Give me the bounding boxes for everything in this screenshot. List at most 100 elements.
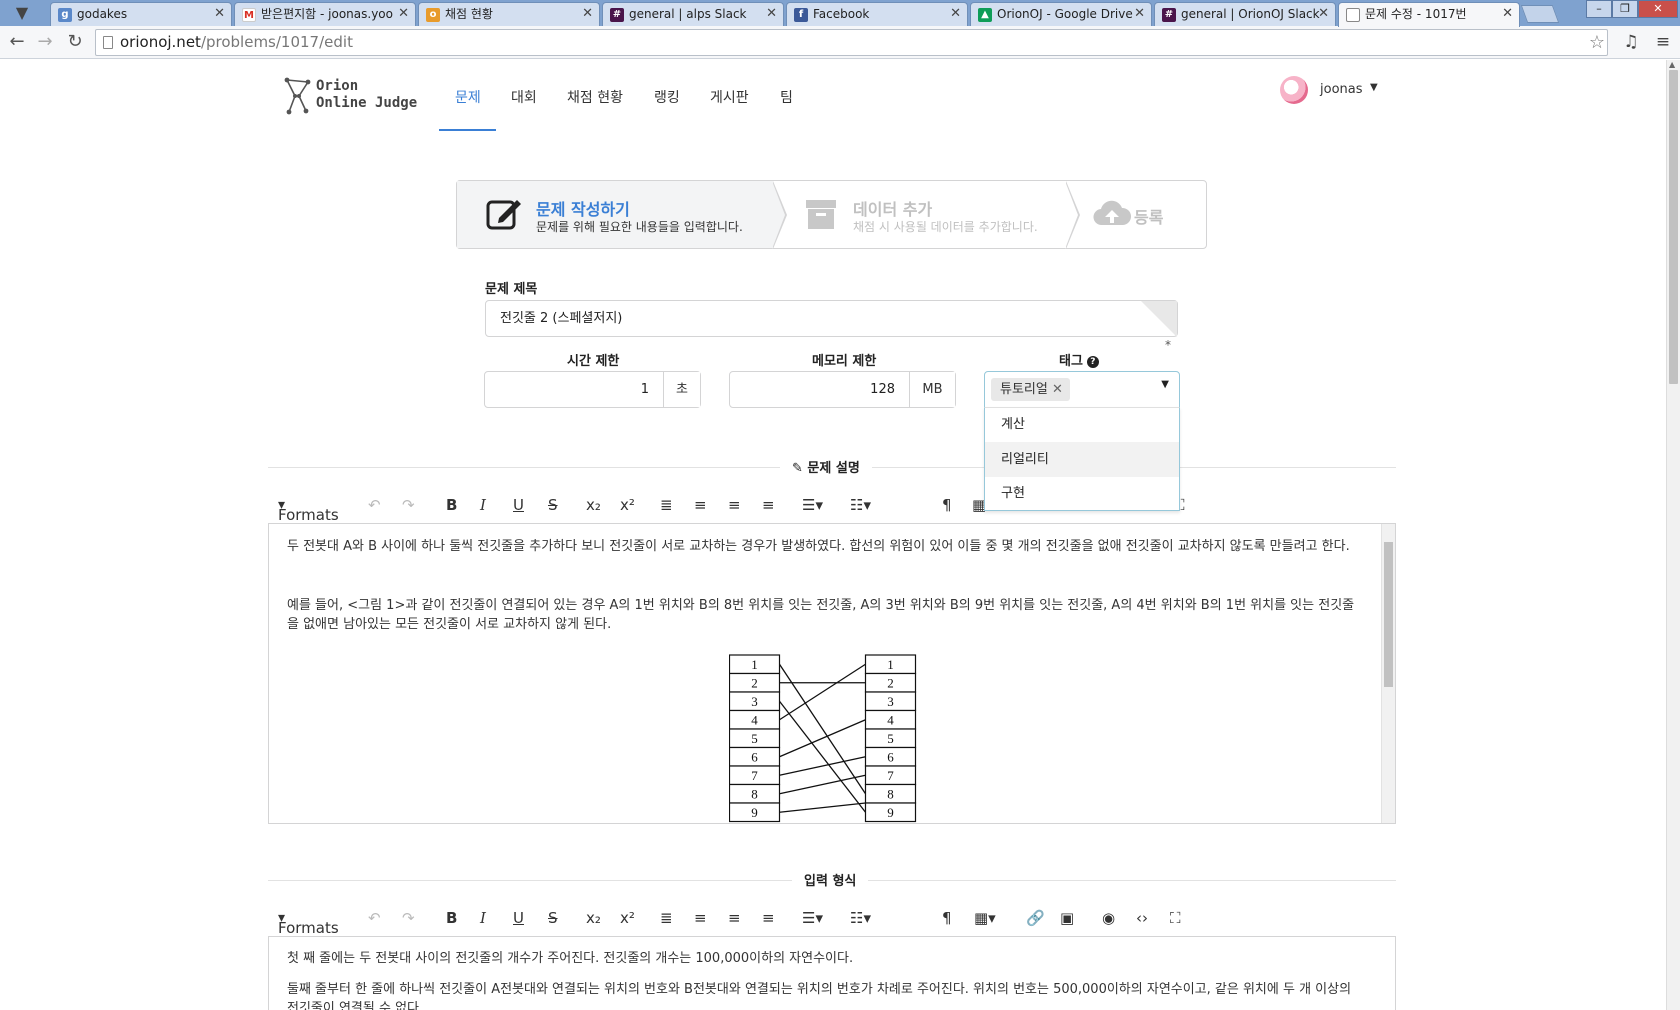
- align-center-icon[interactable]: ≡: [728, 908, 741, 928]
- browser-tab[interactable]: M 받은편지함 - joonas.yoo ✕: [234, 2, 416, 26]
- tag-option[interactable]: 계산: [985, 408, 1179, 442]
- browser-tab[interactable]: # general | alps Slack ✕: [602, 2, 784, 26]
- superscript-icon[interactable]: x²: [620, 495, 635, 515]
- subscript-icon[interactable]: x₂: [586, 908, 601, 928]
- site-logo[interactable]: Orion Online Judge: [282, 76, 432, 116]
- bullet-list-icon[interactable]: ☰▾: [802, 495, 823, 515]
- strikethrough-icon[interactable]: S: [548, 495, 558, 515]
- paragraph-icon[interactable]: ¶: [942, 495, 952, 515]
- align-center-icon[interactable]: ≡: [728, 495, 741, 515]
- tag-label: 태그?: [1059, 350, 1099, 369]
- tag-option[interactable]: 구현: [985, 476, 1179, 510]
- align-right-icon[interactable]: ≡: [762, 908, 775, 928]
- nav-board[interactable]: 게시판: [710, 87, 749, 107]
- minimize-window-button[interactable]: –: [1586, 0, 1612, 18]
- input-format-editor[interactable]: 첫 째 줄에는 두 전봇대 사이의 전깃줄의 개수가 주어진다. 전깃줄의 개수…: [268, 936, 1396, 1010]
- wire-line: [779, 756, 866, 776]
- nav-status[interactable]: 채점 현황: [567, 87, 623, 107]
- numbered-list-icon[interactable]: ☷▾: [850, 495, 871, 515]
- subscript-icon[interactable]: x₂: [586, 495, 601, 515]
- table-icon[interactable]: ▦▾: [974, 908, 996, 928]
- problem-title-input[interactable]: 전깃줄 2 (스페셜저지) *: [485, 300, 1178, 352]
- tab-close-icon[interactable]: ✕: [398, 3, 409, 25]
- italic-icon[interactable]: I: [480, 495, 486, 515]
- tab-close-icon[interactable]: ✕: [1318, 3, 1329, 25]
- remove-tag-icon[interactable]: ✕: [1052, 378, 1063, 401]
- tab-close-icon[interactable]: ✕: [950, 3, 961, 25]
- restore-window-button[interactable]: ❐: [1612, 0, 1638, 18]
- align-justify-icon[interactable]: ≣: [660, 495, 673, 515]
- time-limit-input[interactable]: 1 초: [484, 371, 701, 408]
- forward-icon[interactable]: →: [34, 31, 56, 53]
- redo-icon[interactable]: ↷: [402, 495, 415, 515]
- editor-scrollbar-thumb[interactable]: [1384, 542, 1393, 687]
- superscript-icon[interactable]: x²: [620, 908, 635, 928]
- nav-team[interactable]: 팀: [780, 87, 793, 107]
- reload-icon[interactable]: ↻: [64, 31, 86, 53]
- underline-icon[interactable]: U: [513, 908, 524, 928]
- preview-eye-icon[interactable]: ◉: [1102, 908, 1115, 928]
- scroll-up-icon[interactable]: ▲: [1669, 60, 1675, 69]
- bullet-list-icon[interactable]: ☰▾: [802, 908, 823, 928]
- browser-tab[interactable]: o 채점 현황 ✕: [418, 2, 600, 26]
- extension-icon[interactable]: ♫: [1620, 31, 1642, 53]
- browser-tab[interactable]: g godakes ✕: [50, 2, 232, 26]
- align-left-icon[interactable]: ≡: [694, 495, 707, 515]
- undo-icon[interactable]: ↶: [368, 908, 381, 928]
- address-bar[interactable]: orionoj.net/problems/1017/edit ☆: [95, 29, 1608, 56]
- memory-limit-input[interactable]: 128 MB: [729, 371, 956, 408]
- image-icon[interactable]: ▣: [1060, 908, 1074, 928]
- editor-scrollbar[interactable]: [1381, 524, 1395, 823]
- italic-icon[interactable]: I: [480, 908, 486, 928]
- tab-close-icon[interactable]: ✕: [766, 3, 777, 25]
- bold-icon[interactable]: B: [446, 908, 457, 928]
- browser-tab[interactable]: ▲ OrionOJ - Google Drive ✕: [970, 2, 1152, 26]
- tab-close-icon[interactable]: ✕: [582, 3, 593, 25]
- browser-tab[interactable]: f Facebook ✕: [786, 2, 968, 26]
- nav-ranking[interactable]: 랭킹: [654, 87, 680, 107]
- page-scrollbar-thumb[interactable]: [1669, 70, 1678, 384]
- strikethrough-icon[interactable]: S: [548, 908, 558, 928]
- link-icon[interactable]: 🔗: [1026, 908, 1045, 928]
- redo-icon[interactable]: ↷: [402, 908, 415, 928]
- bold-icon[interactable]: B: [446, 495, 457, 515]
- step-write-problem[interactable]: 문제 작성하기 문제를 위해 필요한 내용들을 입력합니다.: [457, 181, 773, 248]
- wire-line: [779, 663, 866, 721]
- new-tab-button[interactable]: [1520, 5, 1560, 23]
- tab-close-icon[interactable]: ✕: [1502, 3, 1513, 25]
- menu-icon[interactable]: ≡: [1652, 31, 1674, 53]
- dropdown-caret-icon[interactable]: ▼: [1161, 379, 1169, 390]
- undo-icon[interactable]: ↶: [368, 495, 381, 515]
- formats-dropdown[interactable]: Formats ▾: [278, 495, 339, 524]
- tag-select[interactable]: 튜토리얼 ✕ ▼: [984, 371, 1180, 408]
- help-icon[interactable]: ?: [1086, 356, 1099, 368]
- username[interactable]: joonas: [1320, 82, 1363, 97]
- tab-close-icon[interactable]: ✕: [214, 3, 225, 25]
- close-window-button[interactable]: ✕: [1638, 0, 1678, 18]
- avatar[interactable]: [1280, 76, 1308, 104]
- browser-tab-active[interactable]: 문제 수정 - 1017번 ✕: [1338, 2, 1520, 27]
- cell-number: 9: [887, 805, 894, 820]
- description-heading: ✎ 문제 설명: [780, 457, 872, 476]
- page-scrollbar[interactable]: ▲: [1666, 60, 1680, 1010]
- description-editor[interactable]: 두 전봇대 A와 B 사이에 하나 둘씩 전깃줄을 추가하다 보니 전깃줄이 서…: [268, 523, 1396, 824]
- nav-contests[interactable]: 대회: [511, 87, 537, 107]
- underline-icon[interactable]: U: [513, 495, 524, 515]
- nav-problems[interactable]: 문제: [455, 87, 481, 107]
- description-paragraph: 두 전봇대 A와 B 사이에 하나 둘씩 전깃줄을 추가하다 보니 전깃줄이 서…: [287, 539, 1350, 554]
- align-justify-icon[interactable]: ≣: [660, 908, 673, 928]
- browser-tab[interactable]: # general | OrionOJ Slack ✕: [1154, 2, 1336, 26]
- user-dropdown-caret-icon[interactable]: ▼: [1370, 82, 1378, 93]
- align-left-icon[interactable]: ≡: [694, 908, 707, 928]
- paragraph-icon[interactable]: ¶: [942, 908, 952, 928]
- formats-dropdown[interactable]: Formats ▾: [278, 908, 339, 937]
- slack-icon: #: [1162, 8, 1176, 22]
- source-code-icon[interactable]: ‹›: [1136, 908, 1148, 928]
- back-icon[interactable]: ←: [6, 31, 28, 53]
- fullscreen-icon[interactable]: ⛶: [1170, 908, 1181, 928]
- align-right-icon[interactable]: ≡: [762, 495, 775, 515]
- tag-option[interactable]: 리얼리티: [985, 442, 1179, 476]
- numbered-list-icon[interactable]: ☷▾: [850, 908, 871, 928]
- tab-close-icon[interactable]: ✕: [1134, 3, 1145, 25]
- bookmark-star-icon[interactable]: ☆: [1589, 30, 1605, 55]
